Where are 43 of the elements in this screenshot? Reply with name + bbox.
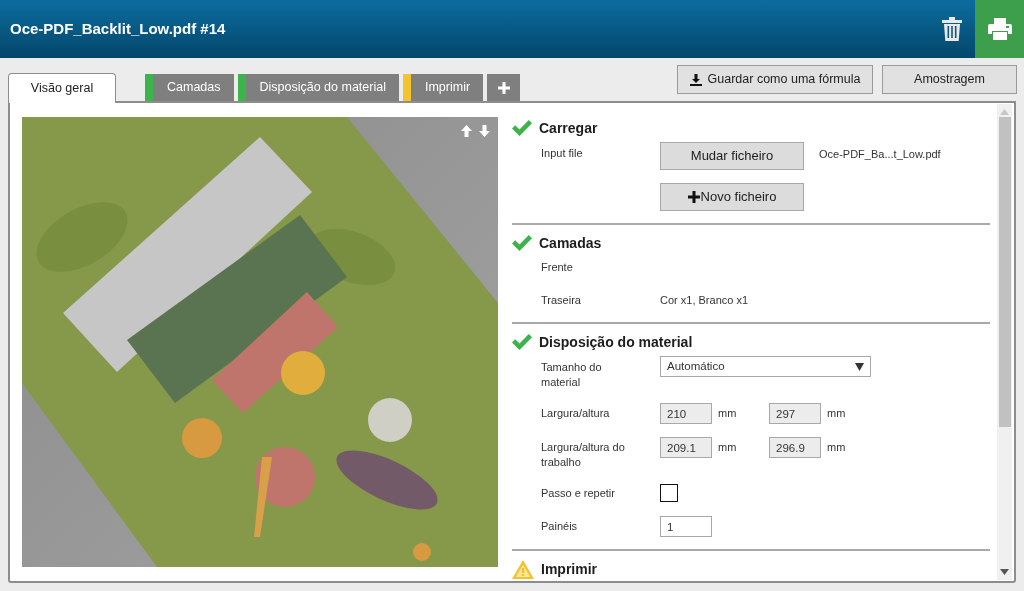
tab[interactable]: Visão geral: [8, 73, 116, 103]
field-label: Traseira: [541, 292, 582, 308]
arrow-down-icon[interactable]: [479, 125, 490, 137]
panels-field[interactable]: 1: [660, 516, 712, 537]
caret-icon: [855, 362, 864, 371]
file-name-text: Oce-PDF_Ba...t_Low.pdf: [819, 147, 941, 162]
field-label: Passo e repetir: [541, 485, 616, 501]
field-label: Painéis: [541, 519, 579, 534]
unit-label: mm: [827, 440, 846, 456]
printer-icon: [987, 18, 1012, 40]
print-button[interactable]: [975, 0, 1024, 58]
change-file-button[interactable]: Mudar ficheiro: [660, 142, 804, 170]
download-icon: [689, 73, 702, 86]
field-label: Tamanho do material: [541, 360, 603, 390]
field-label: Largura/altura: [541, 406, 611, 421]
field-label: Input file: [541, 146, 584, 161]
tab[interactable]: Imprimir: [402, 74, 484, 101]
section-title: Carregar: [539, 118, 598, 138]
section-title: Imprimir: [541, 559, 597, 579]
field-label: Largura/altura do trabalho: [541, 440, 626, 470]
field-value: Cor x1, Branco x1: [660, 292, 749, 308]
field-label: Frente: [541, 259, 574, 275]
section-title: Disposição do material: [539, 332, 693, 352]
tab[interactable]: Disposição do material: [237, 74, 399, 101]
unit-label: mm: [827, 406, 846, 422]
sample-button[interactable]: Amostragem: [882, 65, 1017, 94]
window-title: Oce-PDF_Backlit_Low.pdf #14: [10, 20, 226, 38]
save-formula-button[interactable]: Guardar como uma fórmula: [677, 65, 873, 94]
trash-icon: [942, 17, 962, 41]
checkbox[interactable]: [660, 484, 678, 502]
size-dropdown[interactable]: Automático: [660, 356, 871, 377]
unit-label: mm: [718, 406, 737, 422]
plus-icon: [687, 191, 700, 203]
section-title: Camadas: [539, 233, 602, 253]
tab[interactable]: Camadas: [145, 74, 234, 101]
scrollbar-thumb[interactable]: [998, 117, 1011, 427]
scrollbar[interactable]: [997, 104, 1012, 580]
scroll-down-icon[interactable]: [1000, 569, 1009, 575]
unit-label: mm: [718, 440, 737, 456]
new-file-button[interactable]: Novo ficheiro: [660, 183, 804, 211]
add-tab-button[interactable]: [487, 74, 521, 101]
arrow-up-icon[interactable]: [461, 125, 472, 137]
plus-icon: [497, 81, 510, 94]
